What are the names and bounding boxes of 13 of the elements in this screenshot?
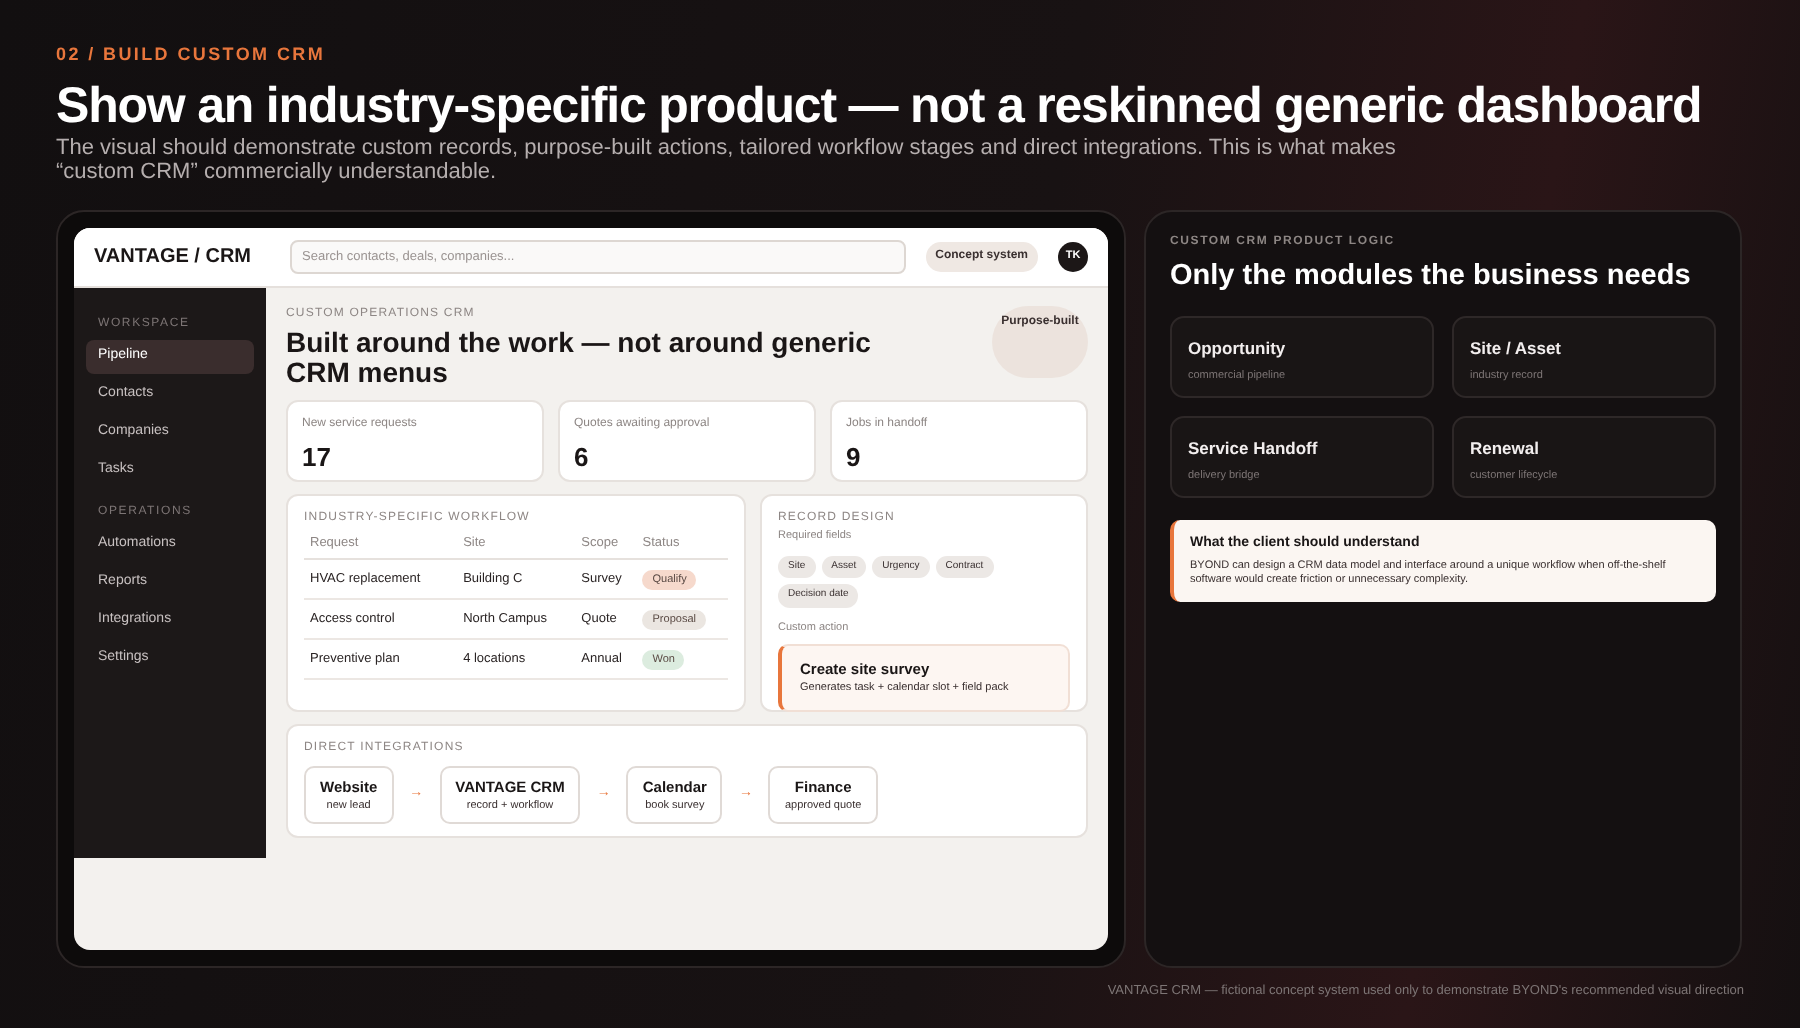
app-logo: VANTAGE / CRM bbox=[94, 243, 254, 271]
module-name: Site / Asset bbox=[1470, 336, 1564, 362]
module-name: Opportunity bbox=[1188, 336, 1288, 362]
stat-value: 9 bbox=[846, 439, 863, 475]
module-name: Renewal bbox=[1470, 436, 1541, 462]
slide-title: Show an industry-specific product — not a reskinned generic dashboard bbox=[56, 75, 1704, 135]
module-name: Service Handoff bbox=[1188, 436, 1320, 462]
section-title: Built around the work — not around generic CRM menus bbox=[286, 327, 873, 387]
stat-value: 6 bbox=[574, 439, 591, 475]
stat-value: 17 bbox=[302, 439, 333, 475]
slide-subtitle: The visual should demonstrate custom records, purpose-built actions, tailored workflow stages and direct integrations. This is what makes “custom CRM” commercially understandable. bbox=[56, 135, 1398, 183]
eyebrow: 02 / BUILD CUSTOM CRM bbox=[56, 42, 328, 68]
panel-title: Only the modules the business needs bbox=[1170, 257, 1693, 295]
